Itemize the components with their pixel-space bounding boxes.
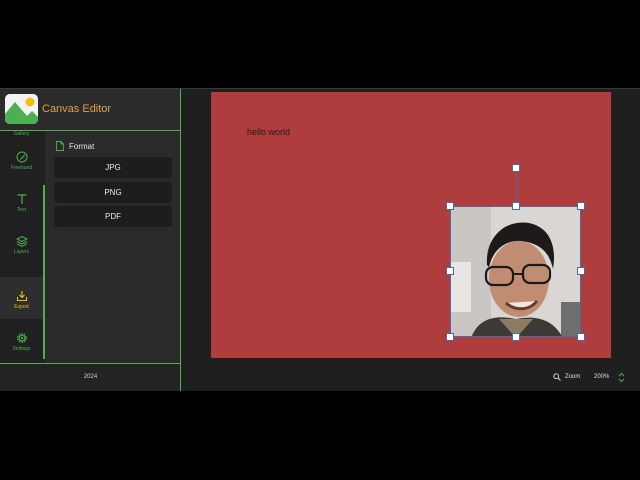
rail-item-label: Layers xyxy=(13,249,29,255)
app-title: Canvas Editor xyxy=(42,103,112,115)
brand-header: Canvas Editor xyxy=(0,89,181,131)
export-panel: Format JPG PNG PDF xyxy=(43,131,181,363)
canvas-text-object[interactable]: hello world xyxy=(247,127,290,137)
export-icon xyxy=(16,291,27,302)
rail-item-label: Export xyxy=(14,304,29,310)
rail-item-freehand[interactable]: Freehand xyxy=(0,151,43,193)
scrollbar-thumb[interactable] xyxy=(43,185,45,359)
status-bar: Zoom 200% xyxy=(181,364,640,391)
rail-item-text[interactable]: Text xyxy=(0,193,43,235)
rail-item-label: Settings xyxy=(12,346,31,352)
rail-item-gallery-label[interactable]: Gallery xyxy=(0,131,43,137)
resize-handle-ne[interactable] xyxy=(577,202,585,210)
app-window: Canvas Editor Gallery Freehand Text Laye… xyxy=(0,89,640,391)
logo-icon[interactable] xyxy=(5,94,38,124)
resize-handle-w[interactable] xyxy=(446,267,454,275)
format-png-button[interactable]: PNG xyxy=(54,182,172,203)
format-jpg-button[interactable]: JPG xyxy=(54,157,172,178)
zoom-label[interactable]: Zoom xyxy=(565,374,580,380)
panel-heading-text: Format xyxy=(69,141,95,151)
rail-item-label: Freehand xyxy=(10,165,33,171)
rotate-handle[interactable] xyxy=(512,164,520,172)
resize-handle-nw[interactable] xyxy=(446,202,454,210)
zoom-value: 200% xyxy=(594,374,610,380)
text-icon xyxy=(17,194,26,204)
layers-icon xyxy=(15,235,28,247)
search-icon[interactable] xyxy=(553,373,561,381)
panel-scrollbar[interactable] xyxy=(43,131,45,363)
resize-handle-se[interactable] xyxy=(577,333,585,341)
workspace: hello world Zoom 200% xyxy=(181,89,640,391)
sidebar-footer: 2024 xyxy=(0,363,181,391)
rail-item-export[interactable]: Export xyxy=(0,277,43,319)
footer-year: 2024 xyxy=(83,374,98,380)
panel-heading: Format xyxy=(56,140,94,152)
rail-item-settings[interactable]: Settings xyxy=(0,319,43,361)
photo-image xyxy=(451,207,580,336)
gear-icon xyxy=(16,333,27,343)
resize-handle-s[interactable] xyxy=(512,333,520,341)
resize-handle-sw[interactable] xyxy=(446,333,454,341)
tool-rail: Gallery Freehand Text Layers Export Sett… xyxy=(0,131,43,363)
image-object[interactable] xyxy=(446,164,585,341)
pen-icon xyxy=(16,151,27,163)
drawing-canvas[interactable]: hello world xyxy=(211,92,611,358)
resize-handle-n[interactable] xyxy=(512,202,520,210)
file-icon xyxy=(56,141,64,151)
format-pdf-button[interactable]: PDF xyxy=(54,206,172,227)
resize-handle-e[interactable] xyxy=(577,267,585,275)
rail-item-label: Text xyxy=(16,207,27,213)
rail-item-layers[interactable]: Layers xyxy=(0,235,43,277)
zoom-stepper-icon[interactable] xyxy=(618,372,625,383)
